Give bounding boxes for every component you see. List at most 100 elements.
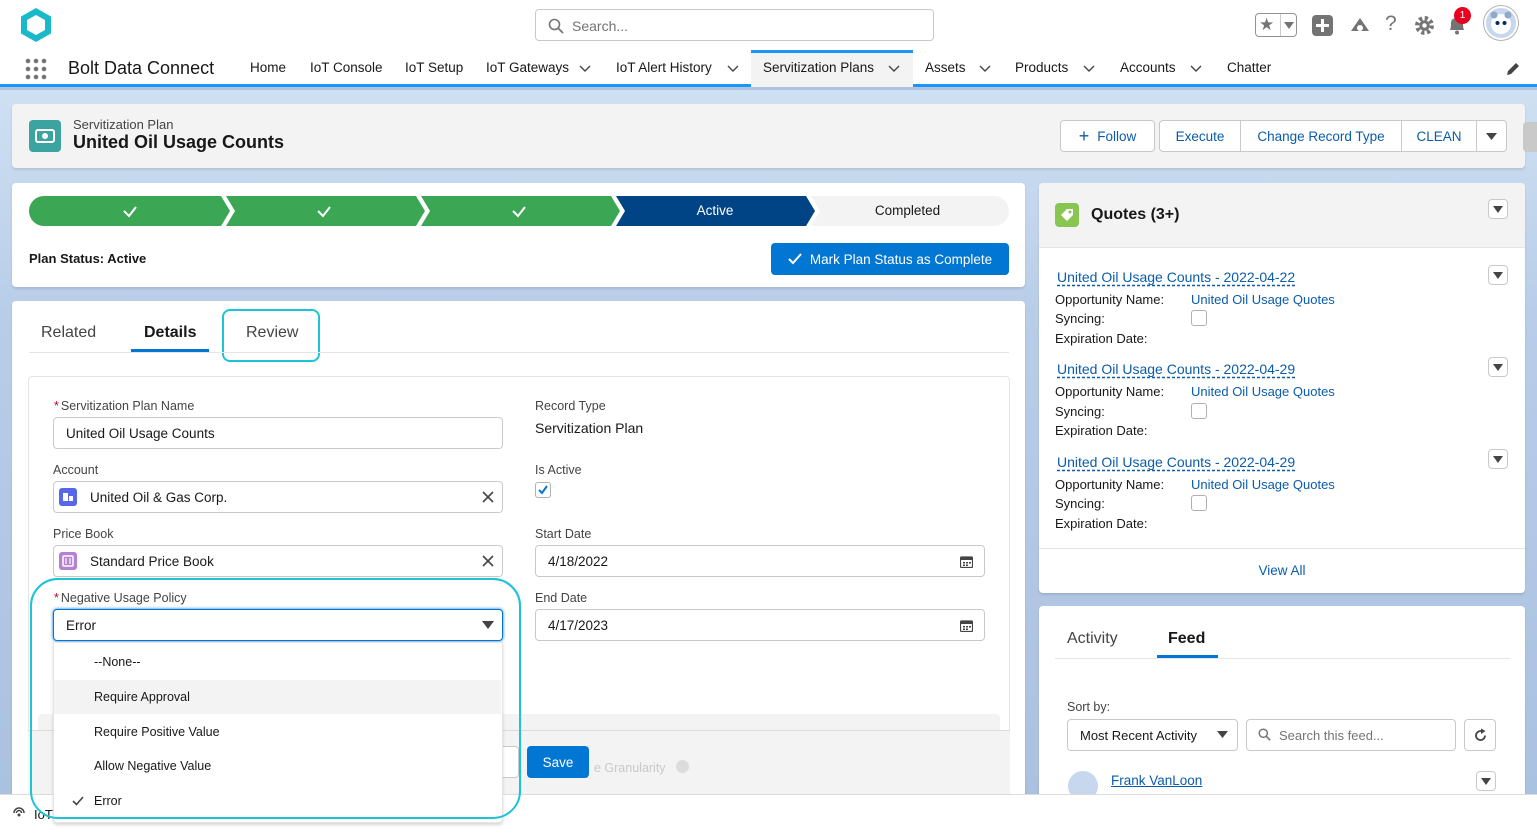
nav-item-assets[interactable]: Assets (925, 60, 966, 75)
nav-servitization-plans-chevron-icon[interactable] (888, 62, 900, 74)
quote-link-1[interactable]: United Oil Usage Counts - 2022-04-22 (1057, 269, 1295, 285)
quotes-menu-button[interactable] (1488, 199, 1508, 219)
plan-name-label-text: Servitization Plan Name (60, 399, 195, 413)
mark-complete-label: Mark Plan Status as Complete (809, 251, 993, 267)
start-date-input[interactable]: 4/18/2022 (535, 545, 985, 577)
plan-name-label: * Servitization Plan Name (54, 399, 194, 413)
hidden-field-label: e Granularity (594, 761, 666, 775)
clear-account-icon[interactable] (482, 491, 494, 503)
sort-by-value: Most Recent Activity (1080, 727, 1198, 743)
price-book-value: Standard Price Book (90, 553, 214, 569)
utility-iot-icon[interactable] (12, 806, 26, 820)
feed-search-placeholder: Search this feed... (1279, 727, 1384, 743)
required-asterisk: * (54, 399, 59, 413)
user-avatar[interactable] (1484, 6, 1518, 40)
quote-2-opportunity-link[interactable]: United Oil Usage Quotes (1191, 384, 1335, 399)
nav-item-servitization-plans[interactable]: Servitization Plans (763, 60, 874, 75)
quote-3-expiration-label: Expiration Date: (1055, 516, 1148, 531)
is-active-checkbox[interactable] (535, 482, 551, 498)
account-lookup-input[interactable]: United Oil & Gas Corp. (53, 481, 503, 513)
mark-plan-complete-button[interactable]: Mark Plan Status as Complete (771, 243, 1009, 275)
chevron-down-icon[interactable] (1217, 731, 1228, 738)
quote-1-syncing-label: Syncing: (1055, 311, 1105, 326)
nav-iot-gateways-chevron-icon[interactable] (579, 62, 591, 74)
nav-assets-chevron-icon[interactable] (979, 62, 991, 74)
price-book-label: Price Book (53, 527, 114, 541)
price-book-object-icon (59, 552, 77, 570)
tab-activity[interactable]: Activity (1067, 630, 1118, 648)
quote-3-menu-button[interactable] (1488, 449, 1508, 469)
trailhead-icon[interactable] (1349, 14, 1371, 36)
chevron-down-icon (1486, 132, 1497, 140)
tab-details[interactable]: Details (144, 324, 196, 342)
edit-nav-pencil-icon[interactable] (1506, 62, 1520, 76)
tab-related[interactable]: Related (41, 324, 96, 342)
follow-label: Follow (1097, 128, 1137, 144)
end-date-input[interactable]: 4/17/2023 (535, 609, 985, 641)
tab-feed[interactable]: Feed (1168, 630, 1205, 648)
more-actions-button[interactable] (1476, 120, 1507, 152)
quotes-view-all-link[interactable]: View All (1039, 563, 1525, 578)
quote-1-opportunity-label: Opportunity Name: (1055, 292, 1165, 307)
quote-2-expiration-label: Expiration Date: (1055, 423, 1148, 438)
quote-1-menu-button[interactable] (1488, 265, 1508, 285)
calendar-icon[interactable] (960, 619, 973, 632)
sort-by-label: Sort by: (1067, 700, 1111, 714)
quote-2-syncing-label: Syncing: (1055, 404, 1105, 419)
sort-by-select[interactable]: Most Recent Activity (1067, 719, 1238, 751)
calendar-icon[interactable] (960, 555, 973, 568)
quote-2-menu-button[interactable] (1488, 357, 1508, 377)
nav-item-home[interactable]: Home (250, 60, 286, 75)
quotes-title[interactable]: Quotes (3+) (1091, 206, 1179, 224)
nav-item-iot-console[interactable]: IoT Console (310, 60, 383, 75)
path-stage-completed[interactable]: Completed (810, 203, 1005, 218)
app-launcher-icon[interactable] (25, 58, 47, 80)
panel-collapse-handle[interactable] (1523, 122, 1537, 152)
feed-author-link[interactable]: Frank VanLoon (1111, 773, 1202, 788)
nav-products-chevron-icon[interactable] (1083, 62, 1095, 74)
path-stage-active[interactable]: Active (615, 203, 815, 218)
quote-3-syncing-label: Syncing: (1055, 496, 1105, 511)
search-placeholder: Search... (572, 18, 629, 34)
quote-2-syncing-checkbox (1191, 403, 1207, 419)
refresh-feed-button[interactable] (1464, 719, 1496, 751)
nav-item-accounts[interactable]: Accounts (1120, 60, 1176, 75)
record-type-label: Record Type (535, 399, 606, 413)
global-actions-add-icon[interactable] (1312, 15, 1333, 36)
clean-button[interactable]: CLEAN (1401, 120, 1477, 152)
notification-count: 1 (1459, 10, 1466, 21)
policy-highlight-outline-bottom (30, 578, 521, 819)
quote-link-2[interactable]: United Oil Usage Counts - 2022-04-29 (1057, 361, 1295, 377)
nav-accounts-chevron-icon[interactable] (1190, 62, 1202, 74)
refresh-icon (1475, 728, 1486, 741)
check-icon (788, 253, 802, 265)
global-search-input[interactable]: Search... (535, 9, 934, 41)
record-object-label: Servitization Plan (73, 117, 174, 132)
nav-item-products[interactable]: Products (1015, 60, 1068, 75)
servitization-plan-object-icon (29, 120, 61, 152)
record-type-value: Servitization Plan (535, 420, 644, 436)
quote-3-syncing-checkbox (1191, 495, 1207, 511)
quote-3-opportunity-link[interactable]: United Oil Usage Quotes (1191, 477, 1335, 492)
nav-item-chatter[interactable]: Chatter (1227, 60, 1271, 75)
quotes-footer-divider (1039, 548, 1525, 549)
favorites-button[interactable]: ★ (1255, 13, 1297, 37)
save-button[interactable]: Save (527, 746, 589, 778)
follow-button[interactable]: + Follow (1060, 120, 1155, 152)
price-book-lookup-input[interactable]: Standard Price Book (53, 545, 503, 577)
execute-button[interactable]: Execute (1159, 120, 1241, 152)
nav-iot-alert-history-chevron-icon[interactable] (727, 62, 739, 74)
quote-link-3[interactable]: United Oil Usage Counts - 2022-04-29 (1057, 454, 1295, 470)
nav-item-iot-alert-history[interactable]: IoT Alert History (616, 60, 712, 75)
clear-price-book-icon[interactable] (482, 555, 494, 567)
quote-1-opportunity-link[interactable]: United Oil Usage Quotes (1191, 292, 1335, 307)
help-icon[interactable]: ? (1385, 12, 1397, 36)
plan-name-input[interactable]: United Oil Usage Counts (53, 417, 503, 449)
feed-item-menu-button[interactable] (1476, 771, 1496, 791)
nav-item-iot-gateways[interactable]: IoT Gateways (486, 60, 569, 75)
feed-search-input[interactable]: Search this feed... (1246, 719, 1456, 751)
change-record-type-button[interactable]: Change Record Type (1240, 120, 1402, 152)
nav-item-iot-setup[interactable]: IoT Setup (405, 60, 463, 75)
setup-gear-icon[interactable] (1414, 15, 1435, 36)
quote-1-expiration-label: Expiration Date: (1055, 331, 1148, 346)
